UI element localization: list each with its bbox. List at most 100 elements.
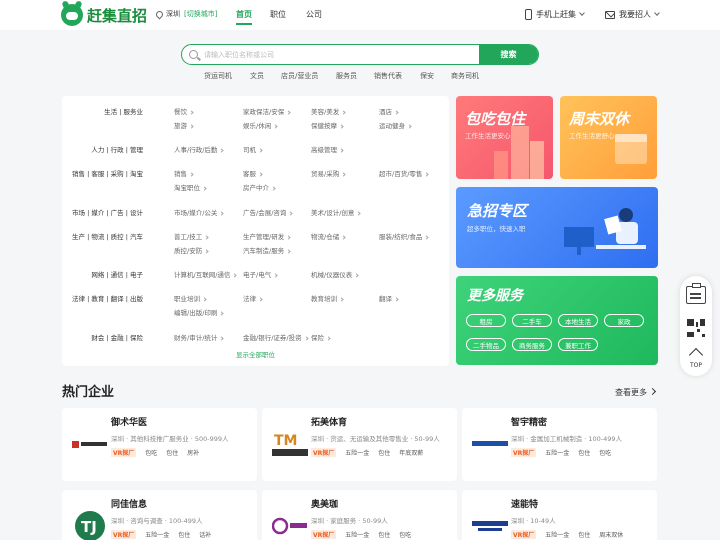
category-item[interactable]: 机械/仪器仪表	[311, 269, 359, 279]
more-services-panel: 更多服务 租房 二手车 本地生活 家政 二手物品 商务服务 兼职工作	[456, 276, 658, 365]
top-bar: 赶集直招 深圳 [切换城市] 首页 职位 公司 手机上赶集 我要招人	[0, 0, 720, 30]
banner-food-lodging[interactable]: 包吃包住 工作生活更安心	[456, 96, 553, 179]
recruit-link[interactable]: 我要招人	[605, 9, 660, 20]
category-item[interactable]: 保健按摩	[311, 120, 344, 130]
company-tags: VR探厂 五险一金 包住 年底双薪	[311, 448, 423, 457]
category-item[interactable]: 生产管理/研发	[243, 231, 291, 241]
category-item[interactable]: 淘宝职位	[174, 182, 207, 192]
category-item[interactable]: 计算机/互联网/通信	[174, 269, 238, 279]
qr-code-icon[interactable]	[686, 318, 706, 338]
category-item[interactable]: 质控/安防	[174, 245, 209, 255]
company-logo	[72, 426, 108, 462]
category-item[interactable]: 保险	[311, 332, 331, 342]
category-item[interactable]: 电子/电气	[243, 269, 278, 279]
category-name[interactable]: 财会 | 金融 | 保险	[91, 332, 143, 342]
service-button-local-life[interactable]: 本地生活	[558, 314, 598, 327]
service-button-second-hand[interactable]: 二手物品	[466, 338, 506, 351]
category-item[interactable]: 高级管理	[311, 144, 344, 154]
company-card[interactable]: 奥美珈 深圳 · 家庭服务 · 50-99人 VR探厂 五险一金 包住 包吃	[262, 490, 457, 540]
category-item[interactable]: 酒店	[379, 106, 399, 116]
category-item[interactable]: 餐饮	[174, 106, 194, 116]
service-button-part-time[interactable]: 兼职工作	[558, 338, 598, 351]
company-card[interactable]: TM 拓美体育 深圳 · 货运、无运输及其他零售业 · 50-99人 VR探厂 …	[262, 408, 457, 481]
nav-jobs[interactable]: 职位	[270, 9, 286, 20]
view-more-link[interactable]: 查看更多	[615, 387, 655, 398]
logo[interactable]: 赶集直招	[61, 3, 147, 27]
category-name[interactable]: 销售 | 客服 | 采购 | 淘宝	[72, 168, 143, 178]
category-item[interactable]: 房产中介	[243, 182, 276, 192]
category-item[interactable]: 美容/美发	[311, 106, 346, 116]
resume-icon[interactable]	[686, 283, 706, 304]
category-item[interactable]: 娱乐/休闲	[243, 120, 278, 130]
hot-keyword[interactable]: 服务员	[336, 71, 357, 81]
category-item[interactable]: 客服	[243, 168, 263, 178]
category-item[interactable]: 贸易/采购	[311, 168, 346, 178]
hot-keyword[interactable]: 商务司机	[451, 71, 479, 81]
service-button-housekeeping[interactable]: 家政	[604, 314, 644, 327]
category-item[interactable]: 汽车制造/服务	[243, 245, 291, 255]
company-logo: TJ	[72, 508, 108, 540]
category-item[interactable]: 家政保洁/安保	[243, 106, 291, 116]
category-item[interactable]: 广告/会展/咨询	[243, 207, 294, 217]
category-item[interactable]: 翻译	[379, 293, 399, 303]
category-item[interactable]: 市场/媒介/公关	[174, 207, 225, 217]
category-name[interactable]: 市场 | 媒介 | 广告 | 设计	[72, 207, 143, 217]
category-item[interactable]: 美术/设计/创意	[311, 207, 362, 217]
company-card[interactable]: 御术华医 深圳 · 其他科技推广服务业 · 500-999人 VR探厂 包吃 包…	[62, 408, 257, 481]
category-item[interactable]: 运动健身	[379, 120, 412, 130]
back-to-top-button[interactable]: TOP	[680, 347, 712, 369]
mobile-link[interactable]: 手机上赶集	[525, 9, 585, 20]
category-item[interactable]: 销售	[174, 168, 194, 178]
search-bar: 搜索	[181, 44, 539, 65]
hot-keyword[interactable]: 货运司机	[204, 71, 232, 81]
category-item[interactable]: 物流/仓储	[311, 231, 346, 241]
category-item[interactable]: 超市/百货/零售	[379, 168, 430, 178]
category-name[interactable]: 网络 | 通信 | 电子	[91, 269, 143, 279]
hot-keyword[interactable]: 销售代表	[374, 71, 402, 81]
show-all-jobs-link[interactable]: 显示全部职位	[62, 349, 449, 359]
benefit-tag: 年底双薪	[399, 450, 424, 457]
city-selector[interactable]: 深圳 [切换城市]	[154, 9, 217, 19]
category-item[interactable]: 财务/审计/统计	[174, 332, 225, 342]
nav-home[interactable]: 首页	[236, 9, 252, 25]
category-name[interactable]: 生产 | 物流 | 质控 | 汽车	[72, 231, 143, 241]
category-item[interactable]: 金融/银行/证券/投资	[243, 332, 309, 342]
hot-keyword[interactable]: 保安	[420, 71, 434, 81]
category-item[interactable]: 服装/纺织/食品	[379, 231, 430, 241]
company-tags: VR探厂 五险一金 包住 包吃	[311, 530, 411, 539]
company-name: 御术华医	[111, 418, 148, 428]
service-button-used-car[interactable]: 二手车	[512, 314, 552, 327]
company-name: 同佳信息	[111, 500, 148, 510]
banner-urgent-hiring[interactable]: 急招专区 超多职位，快速入职	[456, 187, 658, 268]
category-item[interactable]: 普工/技工	[174, 231, 209, 241]
category-item[interactable]: 教育培训	[311, 293, 344, 303]
category-name[interactable]: 法律 | 教育 | 翻译 | 出版	[72, 293, 143, 303]
banner-weekend-off[interactable]: 周末双休 工作生活更舒心	[560, 96, 657, 179]
category-name[interactable]: 生活 | 服务业	[104, 106, 143, 116]
benefit-tag: 包吃	[145, 450, 158, 457]
benefit-tag: 五险一金	[545, 450, 570, 457]
hot-keyword[interactable]: 店员/营业员	[281, 71, 318, 81]
vr-badge: VR探厂	[111, 448, 137, 457]
category-name[interactable]: 人力 | 行政 | 管理	[91, 144, 143, 154]
search-input[interactable]	[198, 45, 479, 64]
service-button-business[interactable]: 商务服务	[512, 338, 552, 351]
nav-companies[interactable]: 公司	[306, 9, 322, 20]
benefit-tag: 包住	[578, 450, 591, 457]
search-button[interactable]: 搜索	[479, 45, 538, 64]
company-card[interactable]: 速能特 深圳 · 10-49人 VR探厂 五险一金 包住 周末双休	[462, 490, 657, 540]
category-item[interactable]: 人事/行政/后勤	[174, 144, 225, 154]
company-card[interactable]: 智宇精密 深圳 · 金属加工机械制造 · 100-499人 VR探厂 五险一金 …	[462, 408, 657, 481]
category-item[interactable]: 职业培训	[174, 293, 207, 303]
switch-city-link[interactable]: [切换城市]	[184, 9, 217, 19]
company-card[interactable]: TJ 同佳信息 深圳 · 咨询与调查 · 100-499人 VR探厂 五险一金 …	[62, 490, 257, 540]
category-item[interactable]: 法律	[243, 293, 263, 303]
benefit-tag: 包住	[578, 532, 591, 539]
category-item[interactable]: 旅游	[174, 120, 194, 130]
logo-rabbit-icon	[61, 4, 83, 26]
hot-keyword[interactable]: 文员	[250, 71, 264, 81]
service-button-rent[interactable]: 租房	[466, 314, 506, 327]
phone-icon	[525, 9, 532, 20]
category-item[interactable]: 编辑/出版/印刷	[174, 307, 225, 317]
category-item[interactable]: 司机	[243, 144, 263, 154]
